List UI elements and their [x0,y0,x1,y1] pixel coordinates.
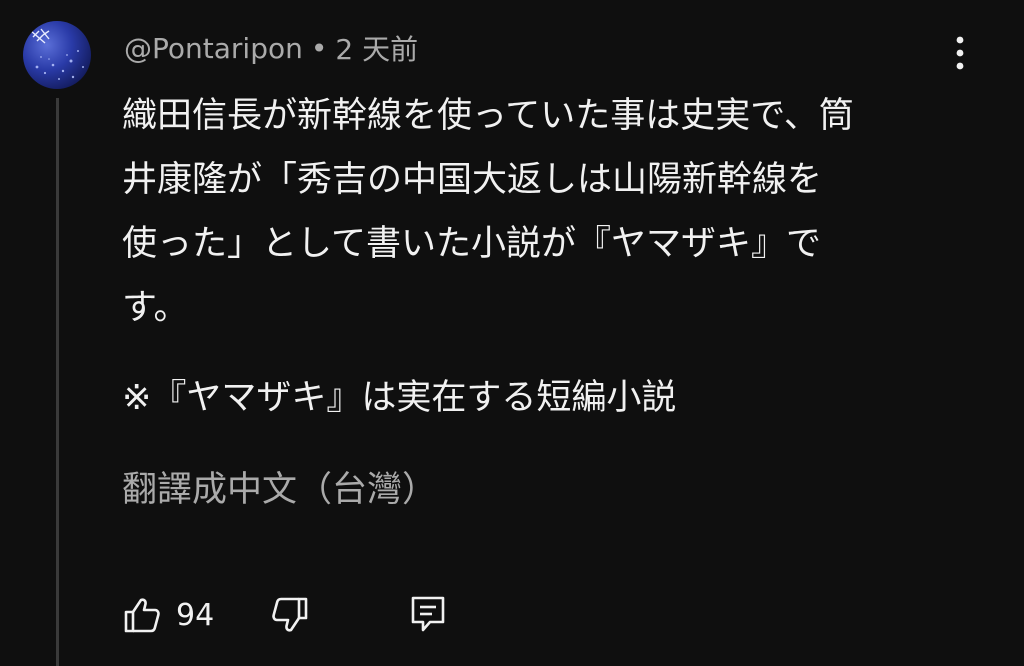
comment-note: ※『ヤマザキ』は実在する短編小説 [122,378,677,418]
comment-line: 井康隆が「秀吉の中国大返しは山陽新幹線を [122,160,823,200]
like-count: 94 [176,597,215,633]
translate-link[interactable]: 翻譯成中文（台灣） [122,460,437,520]
reply-comment-icon [411,596,445,632]
thumb-up-icon [124,598,160,633]
comment-body: 織田信長が新幹線を使っていた事は史実で、筒 井康隆が「秀吉の中国大返しは山陽新幹… [122,84,952,340]
comment-actions: 94 [122,590,450,640]
comment-line: 織田信長が新幹線を使っていた事は史実で、筒 [122,96,854,136]
dislike-button[interactable] [268,590,312,640]
comment-time[interactable]: 2 天前 [335,28,418,68]
like-button[interactable]: 94 [122,590,214,640]
reply-button[interactable] [406,590,450,640]
author-name[interactable]: @Pontaripon [124,32,303,65]
avatar-image [30,28,84,80]
comment-header: @Pontaripon • 2 天前 [124,26,418,70]
more-button[interactable] [940,30,980,76]
thumb-down-icon [272,597,308,632]
comment-line: 使った」として書いた小説が『ヤマザキ』で [122,224,821,264]
separator-dot: • [310,31,328,65]
more-vert-icon [956,36,964,70]
comment-line: す。 [122,288,189,328]
thread-line [56,98,59,666]
avatar[interactable] [23,21,91,89]
